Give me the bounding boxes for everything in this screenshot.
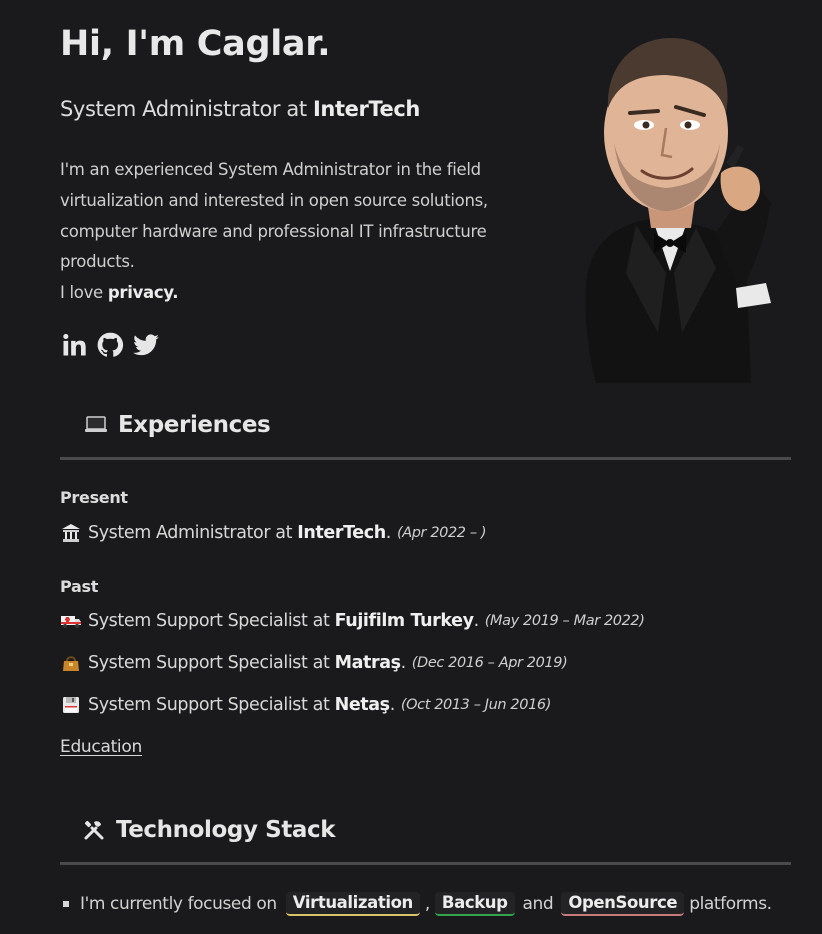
experiences-title: Experiences — [118, 412, 271, 438]
tag-backup: Backup — [434, 892, 515, 916]
love-word: privacy. — [107, 283, 179, 303]
tech-suffix: platforms. — [689, 894, 772, 914]
experiences-heading: Experiences — [82, 412, 271, 438]
education-link[interactable]: Education — [60, 737, 142, 757]
handbag-icon — [60, 653, 82, 673]
job-role: System Administrator at — [88, 523, 298, 543]
bio-text: I'm an experienced System Administrator … — [60, 160, 488, 272]
love-prefix: I love — [60, 283, 108, 303]
tech-section-header: Technology Stack — [60, 817, 791, 865]
twitter-icon[interactable] — [132, 331, 160, 359]
job-role: System Support Specialist at — [88, 611, 335, 631]
tech-prefix: I'm currently focused on — [80, 894, 277, 914]
job-dot: . — [400, 653, 407, 673]
linkedin-icon[interactable] — [60, 331, 88, 359]
tag-virtualization: Virtualization — [285, 892, 420, 916]
present-label: Present — [60, 488, 128, 507]
github-icon[interactable] — [96, 331, 124, 359]
tech-comma: , — [424, 894, 430, 914]
job-dot: . — [473, 611, 480, 631]
job-past-1: System Support Specialist at Fujifilm Tu… — [60, 611, 645, 631]
bio: I'm an experienced System Administrator … — [60, 155, 500, 309]
subtitle-company: InterTech — [313, 97, 420, 121]
tech-heading: Technology Stack — [80, 817, 336, 843]
hero-subtitle: System Administrator at InterTech — [60, 97, 420, 121]
job-dates: (Apr 2022 – ) — [396, 525, 487, 541]
tech-focus-item: I'm currently focused on Virtualization,… — [60, 892, 772, 916]
job-company: InterTech — [297, 523, 386, 543]
subtitle-role: System Administrator at — [60, 97, 313, 121]
avatar — [585, 38, 771, 383]
tech-title: Technology Stack — [116, 817, 336, 843]
job-company: Matraş — [334, 653, 401, 673]
job-past-3: System Support Specialist at Netaş. (Oct… — [60, 695, 551, 715]
job-dates: (Dec 2016 – Apr 2019) — [411, 655, 568, 671]
tech-and: and — [522, 894, 554, 914]
past-label: Past — [60, 577, 99, 596]
social-links — [60, 331, 160, 359]
job-dot: . — [389, 695, 396, 715]
job-dates: (Oct 2013 – Jun 2016) — [400, 697, 552, 713]
floppy-icon — [60, 695, 82, 715]
tools-icon — [80, 819, 108, 841]
ambulance-icon — [60, 611, 82, 631]
tag-opensource: OpenSource — [561, 892, 685, 916]
laptop-icon — [82, 416, 110, 434]
job-company: Netaş — [334, 695, 391, 715]
job-past-2: System Support Specialist at Matraş. (De… — [60, 653, 568, 673]
page-title: Hi, I'm Caglar. — [60, 24, 331, 64]
experiences-section-header: Experiences — [60, 412, 791, 460]
job-dates: (May 2019 – Mar 2022) — [484, 613, 645, 629]
job-role: System Support Specialist at — [88, 653, 335, 673]
bullet-icon — [63, 901, 69, 907]
job-present: System Administrator at InterTech. (Apr … — [60, 523, 487, 543]
job-dot: . — [385, 523, 392, 543]
job-role: System Support Specialist at — [88, 695, 335, 715]
bank-icon — [60, 523, 82, 543]
job-company: Fujifilm Turkey — [334, 611, 474, 631]
